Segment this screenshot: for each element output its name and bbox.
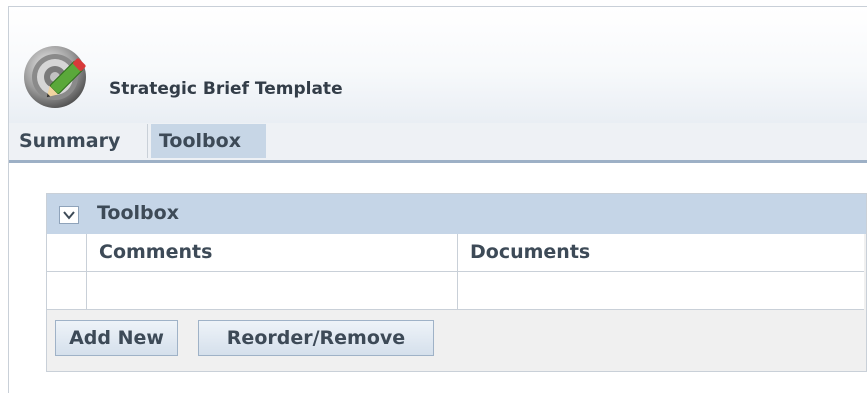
panel-title: Toolbox bbox=[97, 202, 179, 224]
tab-summary[interactable]: Summary bbox=[11, 124, 148, 158]
panel-header: Toolbox bbox=[47, 194, 866, 234]
row-selector-header bbox=[47, 234, 87, 272]
page-title: Strategic Brief Template bbox=[109, 79, 343, 99]
tab-bar: Summary Toolbox bbox=[9, 123, 867, 163]
row-selector[interactable] bbox=[47, 272, 87, 310]
chevron-down-icon[interactable] bbox=[59, 206, 79, 224]
tab-toolbox[interactable]: Toolbox bbox=[151, 124, 266, 158]
table-cell-comments[interactable] bbox=[87, 272, 458, 310]
app-header: Strategic Brief Template bbox=[9, 7, 867, 123]
table-cell-documents[interactable] bbox=[458, 272, 864, 310]
app-window: Strategic Brief Template Summary Toolbox… bbox=[8, 6, 867, 393]
reorder-remove-button[interactable]: Reorder/Remove bbox=[198, 320, 434, 356]
toolbox-table: Comments Documents bbox=[47, 234, 864, 310]
column-header-comments: Comments bbox=[87, 234, 458, 272]
edit-target-icon bbox=[22, 40, 96, 114]
column-header-documents: Documents bbox=[458, 234, 864, 272]
add-new-button[interactable]: Add New bbox=[55, 320, 178, 356]
